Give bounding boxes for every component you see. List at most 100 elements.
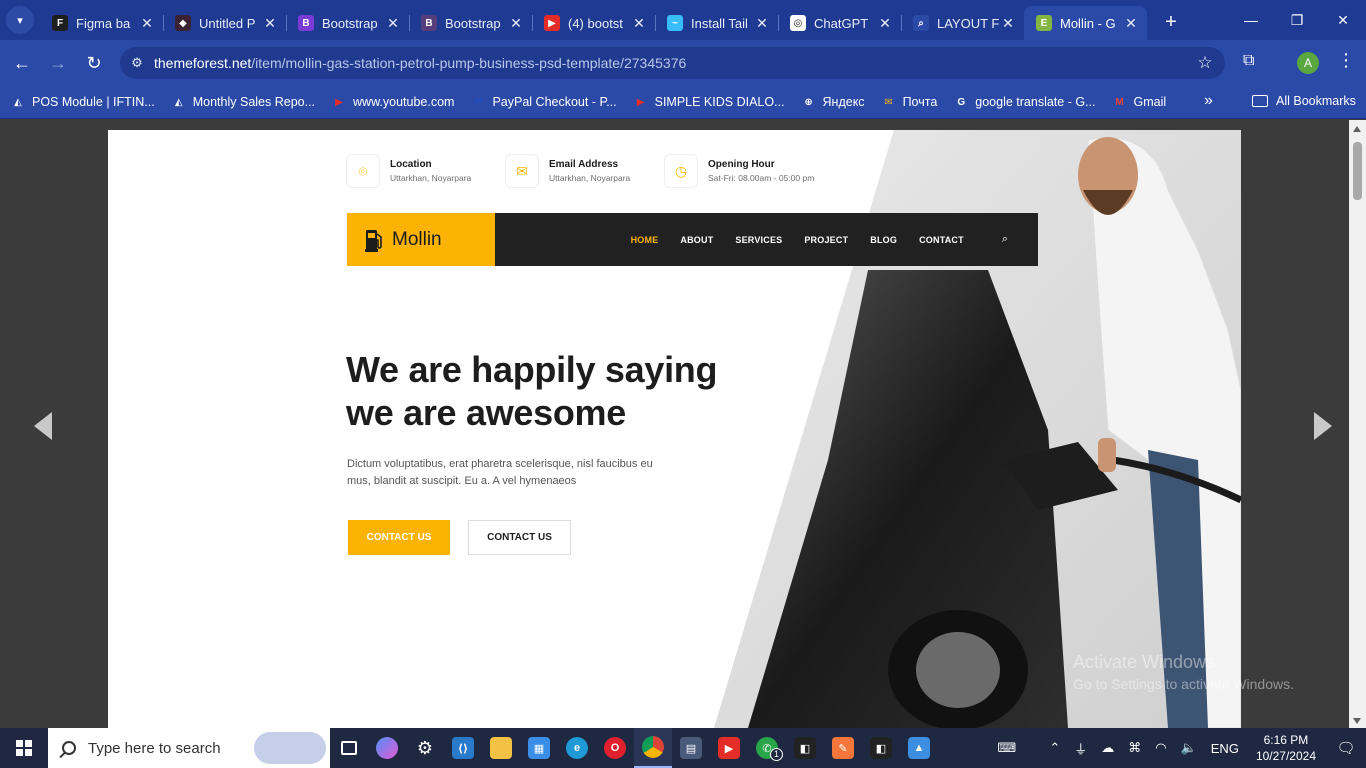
scroll-up-arrow-icon[interactable] xyxy=(1353,126,1361,132)
nav-link-services[interactable]: SERVICES xyxy=(735,235,782,245)
info-bar: ⌾ Location Uttarkhan, Noyarpara ✉ Email Addr… xyxy=(346,154,823,188)
site-logo[interactable]: Mollin xyxy=(347,213,495,266)
edge-icon[interactable]: e xyxy=(558,728,596,768)
scroll-down-arrow-icon[interactable] xyxy=(1353,718,1361,724)
bookmark-item[interactable]: ◭ Monthly Sales Repo... xyxy=(171,94,315,110)
extensions-icon[interactable]: ⧉ xyxy=(1243,52,1254,70)
tab-close-icon[interactable]: ✕ xyxy=(1000,15,1016,32)
bookmark-item[interactable]: ✉ Почта xyxy=(881,94,937,110)
settings-gear-icon[interactable]: ⚙ xyxy=(406,728,444,768)
cloud-icon[interactable]: ☁ xyxy=(1101,740,1114,756)
menu-kebab-icon[interactable]: ⋮ xyxy=(1337,50,1355,71)
restore-button[interactable]: ❐ xyxy=(1274,0,1320,40)
browser-tab[interactable]: ◆ Untitled P ✕ xyxy=(163,6,286,40)
bookmarks-overflow-icon[interactable]: » xyxy=(1204,92,1213,110)
show-hidden-icons-chevron-icon[interactable]: ⌃ xyxy=(1049,740,1060,756)
taskbar-search[interactable]: Type here to search xyxy=(48,728,330,768)
forward-button[interactable]: → xyxy=(40,45,76,81)
bookmark-item[interactable]: Ggoogle translate - G... xyxy=(953,94,1095,110)
input-indicator-icon[interactable]: ⌘ xyxy=(1128,740,1141,756)
chrome-icon[interactable] xyxy=(634,728,672,768)
notifications-icon[interactable]: 🗨 xyxy=(1326,739,1366,757)
bookmark-item[interactable]: ▶ www.youtube.com xyxy=(331,94,454,110)
bookmark-item[interactable]: M Gmail xyxy=(1111,94,1166,110)
bookmark-item[interactable]: P PayPal Checkout - P... xyxy=(470,94,616,110)
browser-tab[interactable]: F Figma ba ✕ xyxy=(40,6,163,40)
whatsapp-icon[interactable]: ✆ 1 xyxy=(748,728,786,768)
url-text[interactable]: themeforest.net/item/mollin-gas-station-… xyxy=(154,55,1185,71)
browser-tab[interactable]: B Bootstrap ✕ xyxy=(286,6,409,40)
nav-link-about[interactable]: ABOUT xyxy=(680,235,713,245)
bookmark-item[interactable]: ⊕ Яндекс xyxy=(801,94,864,110)
back-button[interactable]: ← xyxy=(4,45,40,81)
windows-logo-icon xyxy=(16,740,32,756)
task-view-icon[interactable] xyxy=(330,728,368,768)
usb-icon[interactable]: ⏚ xyxy=(1074,739,1087,758)
close-window-button[interactable]: ✕ xyxy=(1320,0,1366,40)
clock[interactable]: 6:16 PM 10/27/2024 xyxy=(1256,732,1316,764)
info-title: Location xyxy=(390,159,432,170)
contact-us-secondary-button[interactable]: CONTACT US xyxy=(468,520,571,555)
tab-title: Figma ba xyxy=(76,15,131,31)
bookmark-item[interactable]: ▶ SIMPLE KIDS DIALO... xyxy=(633,94,785,110)
tab-close-icon[interactable]: ✕ xyxy=(754,15,770,32)
tab-search-button[interactable]: ▾ xyxy=(6,6,34,34)
bookmark-item[interactable]: ◭ POS Module | IFTIN... xyxy=(10,94,155,110)
address-bar[interactable]: ⚙ themeforest.net/item/mollin-gas-statio… xyxy=(120,47,1225,79)
new-tab-button[interactable]: + xyxy=(1157,8,1185,36)
nav-link-contact[interactable]: CONTACT xyxy=(919,235,964,245)
nav-link-project[interactable]: PROJECT xyxy=(804,235,848,245)
previous-slide-arrow-icon[interactable] xyxy=(34,412,52,440)
tab-close-icon[interactable]: ✕ xyxy=(139,15,155,32)
bookmark-star-icon[interactable]: ☆ xyxy=(1185,53,1225,73)
volume-icon[interactable]: 🔈 xyxy=(1181,740,1197,756)
tab-close-icon[interactable]: ✕ xyxy=(877,15,893,32)
language-indicator[interactable]: ENG xyxy=(1211,741,1239,756)
app-box-icon[interactable]: ◧ xyxy=(786,728,824,768)
vscode-icon[interactable]: ⟨⟩ xyxy=(444,728,482,768)
tab-close-icon[interactable]: ✕ xyxy=(262,15,278,32)
browser-tab[interactable]: ⌕ LAYOUT F ✕ xyxy=(901,6,1024,40)
reload-button[interactable]: ↻ xyxy=(76,45,112,81)
search-icon[interactable]: ⌕ xyxy=(1002,233,1008,246)
bookmark-label: www.youtube.com xyxy=(353,95,455,109)
browser-tab[interactable]: E Mollin - G ✕ xyxy=(1024,6,1147,40)
copilot-icon[interactable] xyxy=(368,728,406,768)
tab-close-icon[interactable]: ✕ xyxy=(631,15,647,32)
contact-us-primary-button[interactable]: CONTACT US xyxy=(348,520,450,555)
profile-avatar[interactable]: A xyxy=(1297,52,1319,74)
app-box-icon-2[interactable]: ◧ xyxy=(862,728,900,768)
youtube-icon[interactable]: ▶ xyxy=(710,728,748,768)
whatsapp-badge: 1 xyxy=(770,748,783,761)
photos-icon[interactable]: ▲ xyxy=(900,728,938,768)
tab-close-icon[interactable]: ✕ xyxy=(508,15,524,32)
minimize-button[interactable]: — xyxy=(1228,0,1274,40)
clock-time: 6:16 PM xyxy=(1263,733,1309,747)
next-slide-arrow-icon[interactable] xyxy=(1314,412,1332,440)
page-scrollbar[interactable] xyxy=(1349,120,1366,728)
nav-link-blog[interactable]: BLOG xyxy=(870,235,897,245)
wifi-icon[interactable]: ◠ xyxy=(1155,740,1166,756)
site-info-icon[interactable]: ⚙ xyxy=(120,55,154,71)
browser-tab[interactable]: ▶ (4) bootst ✕ xyxy=(532,6,655,40)
tab-close-icon[interactable]: ✕ xyxy=(385,15,401,32)
bookmark-favicon-icon: ◭ xyxy=(174,96,183,108)
file-explorer-icon[interactable] xyxy=(482,728,520,768)
keyboard-icon[interactable]: ⌨ xyxy=(998,740,1017,756)
browser-tab[interactable]: ~ Install Tail ✕ xyxy=(655,6,778,40)
tab-title: Bootstrap xyxy=(322,15,378,31)
calculator-icon[interactable]: ▤ xyxy=(672,728,710,768)
opera-icon[interactable]: O xyxy=(596,728,634,768)
browser-tab[interactable]: B Bootstrap ✕ xyxy=(409,6,532,40)
scroll-thumb[interactable] xyxy=(1353,142,1362,200)
all-bookmarks-button[interactable]: All Bookmarks xyxy=(1252,94,1356,108)
search-highlight-image xyxy=(254,732,326,764)
bookmark-favicon-icon: P xyxy=(475,96,482,108)
tab-close-icon[interactable]: ✕ xyxy=(1123,15,1139,32)
start-button[interactable] xyxy=(0,728,48,768)
nav-link-home[interactable]: HOME xyxy=(631,235,659,245)
store-icon[interactable]: ▦ xyxy=(520,728,558,768)
postman-icon[interactable]: ✎ xyxy=(824,728,862,768)
all-bookmarks-label: All Bookmarks xyxy=(1276,94,1356,108)
browser-tab[interactable]: ◎ ChatGPT ✕ xyxy=(778,6,901,40)
